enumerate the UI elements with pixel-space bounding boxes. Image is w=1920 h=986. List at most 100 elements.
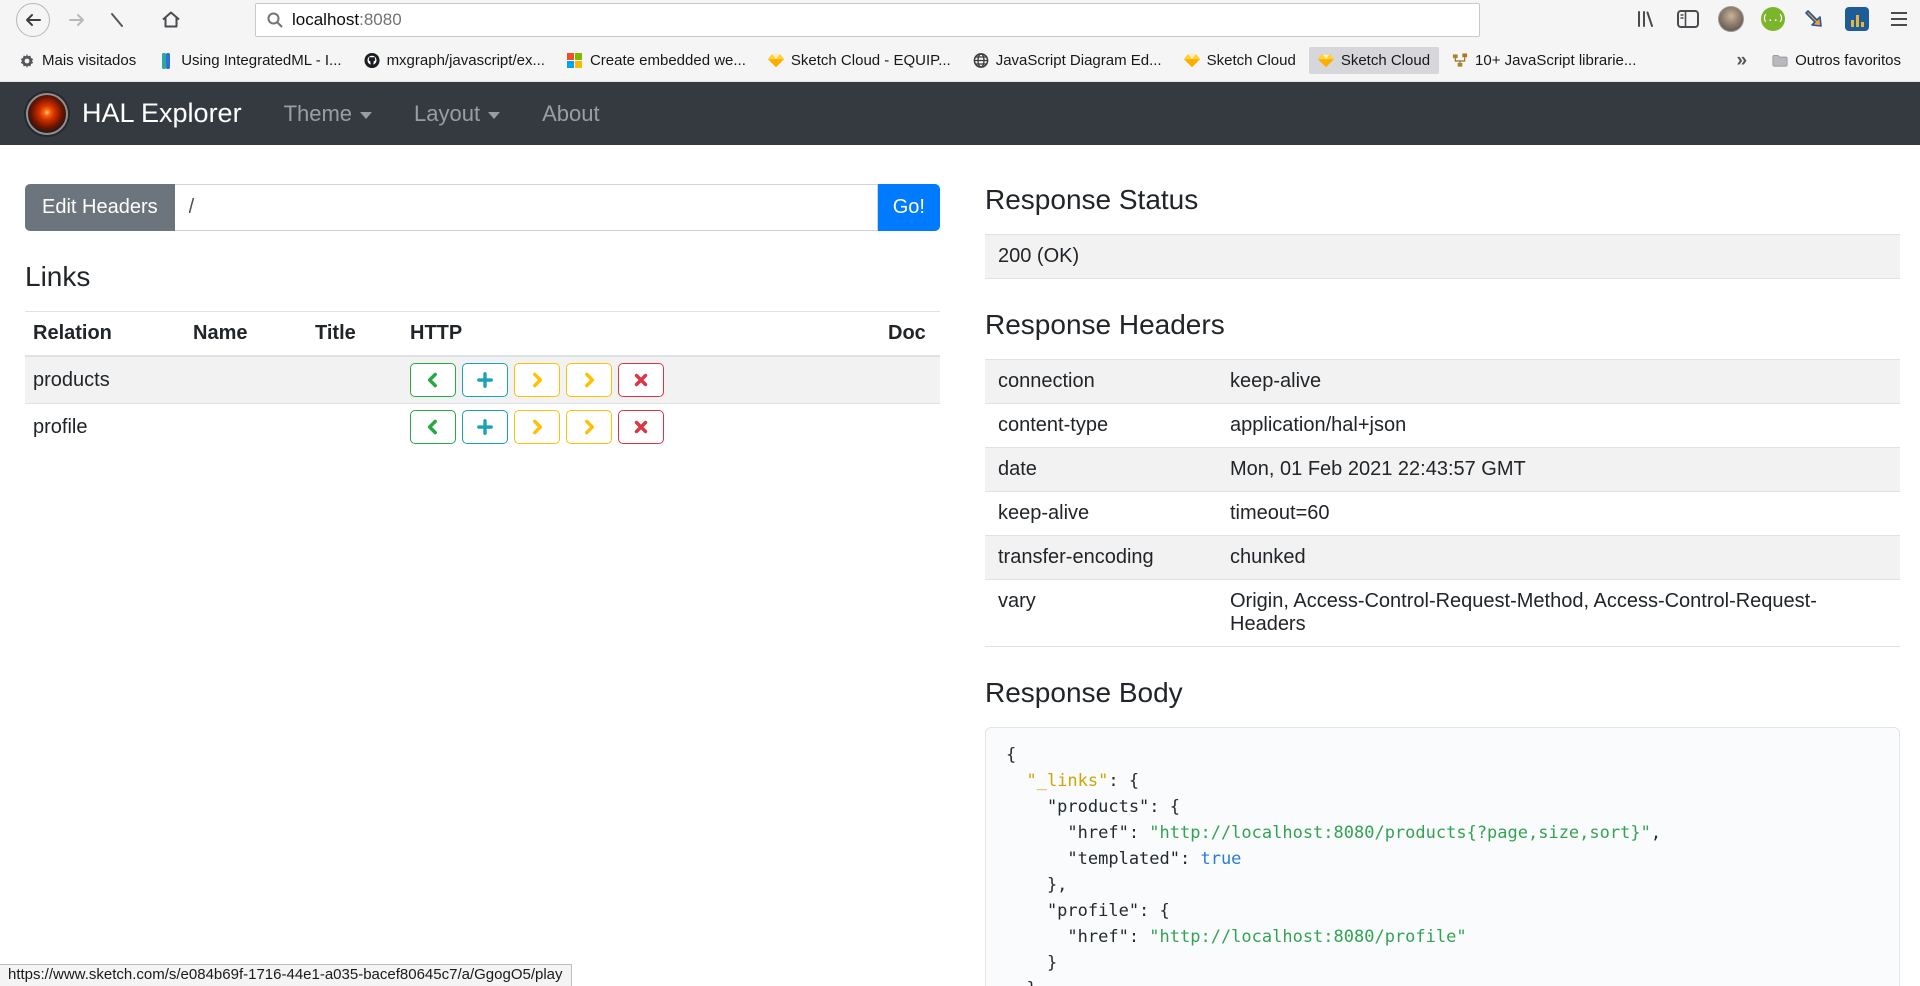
doc-cell bbox=[880, 356, 940, 404]
hal-navbar: HAL Explorer Theme Layout About bbox=[0, 82, 1920, 145]
header-name: content-type bbox=[985, 404, 1217, 447]
library-button[interactable] bbox=[1632, 6, 1658, 32]
response-header-row: content-type application/hal+json bbox=[985, 403, 1900, 447]
bookmark-label: Using IntegratedML - I... bbox=[181, 52, 341, 69]
header-value: Origin, Access-Control-Request-Method, A… bbox=[1217, 580, 1900, 646]
header-name: transfer-encoding bbox=[985, 536, 1217, 579]
bookmark-label: Create embedded we... bbox=[590, 52, 746, 69]
bookmark-item[interactable]: mxgraph/javascript/ex... bbox=[355, 47, 554, 74]
extension-arrow-icon[interactable] bbox=[1802, 6, 1828, 32]
links-column-header: HTTP bbox=[402, 312, 880, 357]
left-column: Edit Headers Go! Links RelationNameTitle… bbox=[25, 184, 940, 986]
http-get-button[interactable] bbox=[410, 363, 456, 397]
globe-icon bbox=[973, 53, 989, 69]
header-value: chunked bbox=[1217, 536, 1319, 579]
header-value: application/hal+json bbox=[1217, 404, 1419, 447]
sketch-icon bbox=[1318, 53, 1334, 69]
header-name: keep-alive bbox=[985, 492, 1217, 535]
folder-icon bbox=[1772, 53, 1788, 69]
bookmarks-overflow-button[interactable]: » bbox=[1725, 50, 1760, 72]
gear-icon bbox=[19, 53, 35, 69]
hal-logo-icon bbox=[26, 93, 68, 135]
bookmark-item[interactable]: JavaScript Diagram Ed... bbox=[964, 47, 1171, 74]
nav-link-theme[interactable]: Theme bbox=[284, 101, 372, 127]
http-delete-button[interactable] bbox=[618, 363, 664, 397]
main-content: Edit Headers Go! Links RelationNameTitle… bbox=[0, 145, 1920, 986]
header-value: keep-alive bbox=[1217, 360, 1334, 403]
header-name: vary bbox=[985, 580, 1217, 646]
title-cell bbox=[307, 356, 402, 404]
http-cell bbox=[402, 404, 880, 451]
forward-button[interactable] bbox=[64, 7, 90, 33]
book-icon bbox=[158, 53, 174, 69]
bookmark-item[interactable]: Sketch Cloud - EQUIP... bbox=[759, 47, 960, 74]
extension-code-icon[interactable]: (..) bbox=[1761, 7, 1785, 31]
sidebar-toggle-button[interactable] bbox=[1675, 6, 1701, 32]
http-put-button[interactable] bbox=[514, 410, 560, 444]
back-button[interactable] bbox=[16, 3, 50, 37]
path-input[interactable] bbox=[175, 184, 878, 231]
extension-chart-icon[interactable] bbox=[1845, 7, 1869, 31]
doc-cell bbox=[880, 404, 940, 451]
nav-link-about[interactable]: About bbox=[542, 101, 600, 127]
http-post-button[interactable] bbox=[462, 410, 508, 444]
response-header-row: transfer-encoding chunked bbox=[985, 535, 1900, 579]
nav-link-label: About bbox=[542, 101, 600, 127]
chevron-down-icon bbox=[488, 112, 500, 119]
go-button[interactable]: Go! bbox=[878, 184, 940, 231]
response-status-title: Response Status bbox=[985, 184, 1900, 216]
menu-button[interactable] bbox=[1886, 6, 1912, 32]
edit-headers-button[interactable]: Edit Headers bbox=[25, 184, 175, 231]
links-column-header: Title bbox=[307, 312, 402, 357]
header-name: date bbox=[985, 448, 1217, 491]
sketch-icon bbox=[1184, 53, 1200, 69]
microsoft-icon bbox=[567, 53, 583, 69]
home-button[interactable] bbox=[158, 7, 184, 33]
title-cell bbox=[307, 404, 402, 451]
github-icon bbox=[364, 53, 380, 69]
bookmark-label: mxgraph/javascript/ex... bbox=[387, 52, 545, 69]
http-patch-button[interactable] bbox=[566, 363, 612, 397]
other-favorites-folder[interactable]: Outros favoritos bbox=[1763, 47, 1910, 74]
http-delete-button[interactable] bbox=[618, 410, 664, 444]
response-header-row: date Mon, 01 Feb 2021 22:43:57 GMT bbox=[985, 447, 1900, 491]
nav-link-layout[interactable]: Layout bbox=[414, 101, 500, 127]
name-cell bbox=[185, 356, 307, 404]
other-favorites-label: Outros favoritos bbox=[1795, 52, 1901, 69]
bookmark-item[interactable]: Create embedded we... bbox=[558, 47, 755, 74]
bookmark-label: JavaScript Diagram Ed... bbox=[996, 52, 1162, 69]
http-post-button[interactable] bbox=[462, 363, 508, 397]
name-cell bbox=[185, 404, 307, 451]
search-icon bbox=[266, 11, 284, 29]
response-body-title: Response Body bbox=[985, 677, 1900, 709]
hamburger-icon bbox=[1889, 11, 1909, 27]
sidebar-icon bbox=[1676, 8, 1700, 30]
http-put-button[interactable] bbox=[514, 363, 560, 397]
relation-cell: profile bbox=[25, 404, 185, 451]
bookmark-item[interactable]: Mais visitados bbox=[10, 47, 145, 74]
reload-button[interactable] bbox=[104, 7, 130, 33]
link-row-products: products bbox=[25, 356, 940, 404]
bookmark-item[interactable]: Using IntegratedML - I... bbox=[149, 47, 350, 74]
brand-title[interactable]: HAL Explorer bbox=[82, 98, 242, 129]
bookmark-label: Sketch Cloud bbox=[1341, 52, 1430, 69]
forward-icon bbox=[67, 10, 87, 30]
address-bar[interactable]: localhost:8080 bbox=[255, 3, 1480, 37]
sketch-icon bbox=[768, 53, 784, 69]
response-header-row: vary Origin, Access-Control-Request-Meth… bbox=[985, 579, 1900, 647]
response-headers-table: connection keep-alivecontent-type applic… bbox=[985, 359, 1900, 647]
address-host: localhost bbox=[292, 10, 359, 30]
http-get-button[interactable] bbox=[410, 410, 456, 444]
http-patch-button[interactable] bbox=[566, 410, 612, 444]
account-avatar[interactable] bbox=[1718, 6, 1744, 32]
response-body-json: { "_links": { "products": { "href": "htt… bbox=[1006, 742, 1879, 986]
status-value: 200 (OK) bbox=[985, 235, 1092, 278]
reload-slash-icon bbox=[107, 10, 127, 30]
browser-toolbar: localhost:8080 (..) bbox=[0, 0, 1920, 40]
bookmark-item[interactable]: Sketch Cloud bbox=[1309, 47, 1439, 74]
bookmark-label: 10+ JavaScript librarie... bbox=[1475, 52, 1636, 69]
bookmark-item[interactable]: 10+ JavaScript librarie... bbox=[1443, 47, 1645, 74]
browser-chrome: localhost:8080 (..) bbox=[0, 0, 1920, 82]
bookmark-item[interactable]: Sketch Cloud bbox=[1175, 47, 1305, 74]
library-icon bbox=[1634, 8, 1656, 30]
